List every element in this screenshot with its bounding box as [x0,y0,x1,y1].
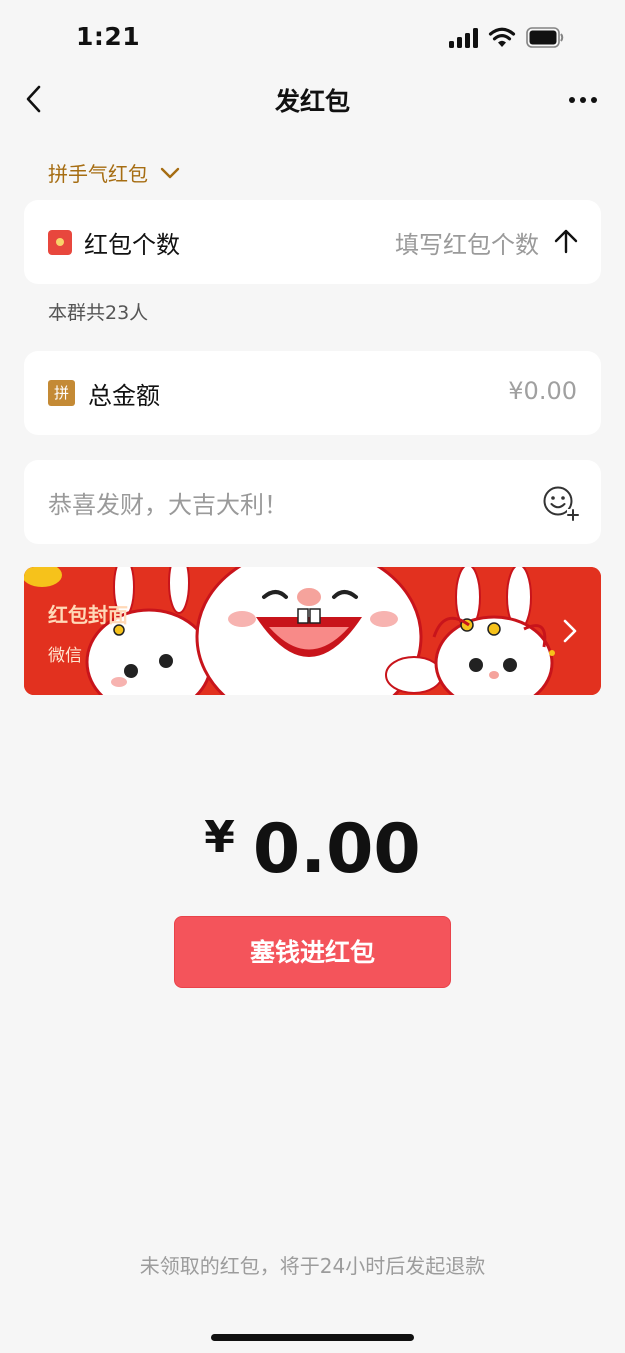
total-amount-label: 总金额 [88,382,160,410]
greeting-row[interactable]: 恭喜发财，大吉大利！ [24,460,601,544]
wifi-icon [488,27,516,47]
greeting-input[interactable]: 恭喜发财，大吉大利！ [48,485,288,520]
packet-count-row[interactable]: 红包个数 填写红包个数 [24,200,601,284]
chevron-down-icon [160,167,180,178]
total-amount-row[interactable]: 拼 总金额 ¥0.00 [24,351,601,435]
total-amount-input[interactable]: ¥0.00 [508,377,577,405]
cover-title: 红包封面 [48,603,128,627]
lucky-badge-icon: 拼 [48,380,75,406]
red-packet-icon [48,230,72,255]
packet-count-label: 红包个数 [84,231,180,259]
refund-note: 未领取的红包，将于24小时后发起退款 [139,1254,486,1278]
submit-button[interactable]: 塞钱进红包 [174,916,451,988]
home-indicator[interactable] [211,1334,414,1341]
total-amount-value: 0.00 [252,810,421,889]
chevron-right-icon [563,619,577,643]
packet-type-label: 拼手气红包 [48,162,148,186]
more-icon[interactable] [568,96,598,104]
packet-type-selector[interactable]: 拼手气红包 [48,158,180,187]
cellular-signal-icon [449,28,479,48]
rabbit-illustration [24,567,601,695]
page-title: 发红包 [274,87,350,116]
total-amount-display: ¥0.00 [0,810,625,889]
emoji-add-icon[interactable] [541,484,579,522]
packet-cover-banner[interactable]: 红包封面 微信 [24,567,601,695]
status-time: 1:21 [76,22,141,51]
cover-subtitle: 微信 [48,646,82,666]
battery-icon [526,27,564,48]
group-member-count: 本群共23人 [48,302,149,324]
currency-symbol: ¥ [204,812,235,863]
packet-count-input[interactable]: 填写红包个数 [395,225,539,260]
arrow-up-icon [554,229,578,254]
